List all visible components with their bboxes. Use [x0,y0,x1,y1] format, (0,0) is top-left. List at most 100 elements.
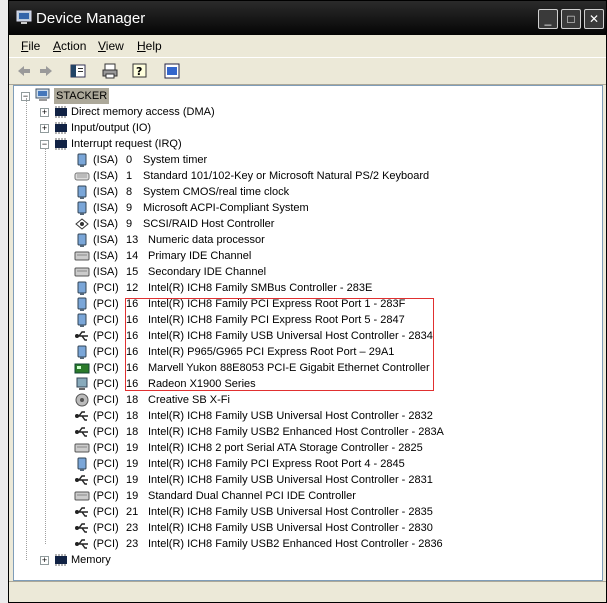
system-device-icon [77,281,87,295]
bus-type: (PCI) [93,474,119,486]
bus-type: (ISA) [93,250,119,262]
category-label: Memory [71,554,111,566]
device-name: Intel(R) ICH8 Family PCI Express Root Po… [148,298,406,310]
system-device-icon [77,457,87,471]
device-name: Intel(R) ICH8 Family PCI Express Root Po… [148,458,405,470]
device-name: Radeon X1900 Series [148,378,256,390]
help-icon[interactable]: ? [131,62,149,80]
bus-type: (PCI) [93,282,119,294]
irq-number: 19 [126,490,139,502]
bus-type: (PCI) [93,426,119,438]
device-name: Standard Dual Channel PCI IDE Controller [148,490,356,502]
category-label: Input/output (IO) [71,122,152,134]
device-manager-window: Device Manager _ □ ✕ File Action View He… [8,0,607,603]
irq-number: 18 [126,426,139,438]
device-name: Microsoft ACPI-Compliant System [143,202,309,214]
irq-number: 16 [126,346,139,358]
irq-number: 15 [126,266,139,278]
device-name: Intel(R) ICH8 Family USB Universal Host … [148,410,433,422]
bus-type: (PCI) [93,538,119,550]
usb-icon [75,523,88,533]
usb-icon [75,507,88,517]
bus-type: (PCI) [93,298,119,310]
properties-icon[interactable] [163,62,181,80]
bus-type: (ISA) [93,170,119,182]
tree-connector [26,98,27,560]
computer-icon [35,88,50,101]
bus-type: (ISA) [93,218,119,230]
expand-icon[interactable]: + [40,108,49,117]
irq-number: 18 [126,394,139,406]
window-title: Device Manager [36,10,146,27]
resource-chip-icon [55,122,67,134]
irq-number: 12 [126,282,139,294]
show-hide-console-tree-icon[interactable] [69,62,87,80]
irq-number: 19 [126,442,139,454]
irq-number: 16 [126,362,139,374]
maximize-button[interactable]: □ [561,9,581,29]
device-name: Marvell Yukon 88E8053 PCI-E Gigabit Ethe… [148,362,430,374]
category-label: Interrupt request (IRQ) [71,138,182,150]
irq-number: 18 [126,410,139,422]
device-name: Intel(R) ICH8 Family USB2 Enhanced Host … [148,426,444,438]
device-name: Creative SB X-Fi [148,394,230,406]
irq-number: 16 [126,314,139,326]
ide-icon [74,443,90,453]
bus-type: (PCI) [93,442,119,454]
title-bar[interactable]: Device Manager _ □ ✕ [9,1,606,35]
bus-type: (PCI) [93,506,119,518]
system-device-icon [77,185,87,199]
computer-name: STACKER [54,88,110,104]
irq-number: 13 [126,234,139,246]
system-device-icon [77,313,87,327]
print-icon[interactable] [101,62,119,80]
expand-icon[interactable]: + [40,124,49,133]
bus-type: (PCI) [93,458,119,470]
computer-icon [16,10,32,24]
device-name: System CMOS/real time clock [143,186,290,198]
bus-type: (ISA) [93,154,119,166]
menu-action[interactable]: Action [53,39,86,53]
ide-icon [74,491,90,501]
device-name: Primary IDE Channel [148,250,252,262]
menu-file[interactable]: File [21,39,40,53]
device-name: Intel(R) ICH8 Family USB Universal Host … [148,474,433,486]
minimize-button[interactable]: _ [538,9,558,29]
irq-number: 19 [126,458,139,470]
bus-type: (ISA) [93,234,119,246]
display-adapter-icon [76,377,88,390]
resource-chip-icon [55,106,67,118]
ide-icon [74,267,90,277]
toolbar: ? [9,57,606,85]
close-button[interactable]: ✕ [584,9,604,29]
irq-number: 8 [126,186,133,198]
expand-icon[interactable]: + [40,556,49,565]
category-label: Direct memory access (DMA) [71,106,215,118]
irq-number: 1 [126,170,133,182]
device-tree: − STACKER + Direct memory access (DMA) + [13,85,603,581]
device-name: Intel(R) P965/G965 PCI Express Root Port… [148,346,395,358]
usb-icon [75,475,88,485]
device-name: Intel(R) ICH8 2 port Serial ATA Storage … [148,442,423,454]
bus-type: (ISA) [93,186,119,198]
irq-number: 16 [126,330,139,342]
bus-type: (PCI) [93,346,119,358]
device-name: Intel(R) ICH8 Family USB Universal Host … [148,522,433,534]
forward-arrow-icon[interactable] [37,62,55,80]
bus-type: (PCI) [93,362,119,374]
network-card-icon [74,363,90,374]
irq-number: 14 [126,250,139,262]
irq-number: 23 [126,538,139,550]
bus-type: (ISA) [93,202,119,214]
usb-icon [75,539,88,549]
usb-icon [75,331,88,341]
menu-view[interactable]: View [98,39,124,53]
system-device-icon [77,153,87,167]
menu-help[interactable]: Help [137,39,162,53]
usb-icon [75,427,88,437]
device-name: System timer [143,154,208,166]
device-name: Intel(R) ICH8 Family PCI Express Root Po… [148,314,405,326]
back-arrow-icon[interactable] [15,62,33,80]
bus-type: (PCI) [93,330,119,342]
resource-chip-icon [55,554,67,566]
